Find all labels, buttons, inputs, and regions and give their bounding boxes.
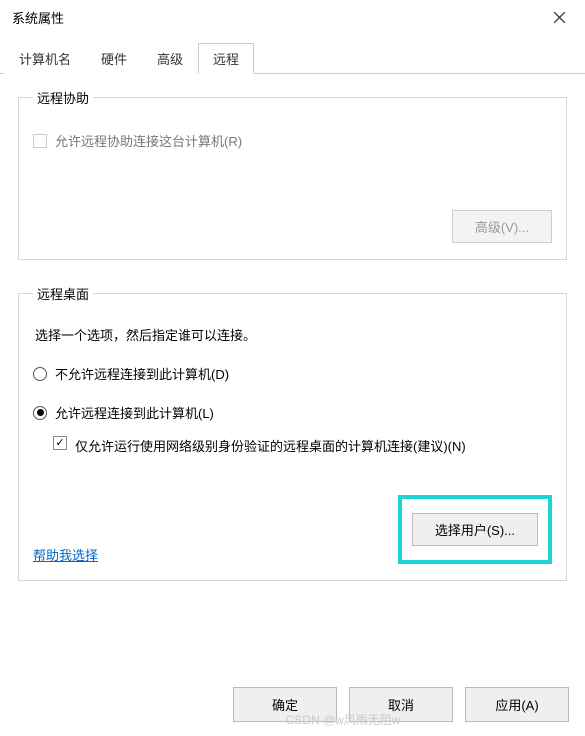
radio-allow-label: 允许远程连接到此计算机(L) xyxy=(55,403,214,422)
radio-disallow[interactable] xyxy=(33,367,47,381)
title-bar: 系统属性 xyxy=(0,0,585,32)
nla-checkbox[interactable] xyxy=(53,436,67,450)
nla-checkbox-row[interactable]: 仅允许运行使用网络级别身份验证的远程桌面的计算机连接(建议)(N) xyxy=(53,436,552,455)
remote-desktop-group: 远程桌面 选择一个选项，然后指定谁可以连接。 不允许远程连接到此计算机(D) 允… xyxy=(18,284,567,581)
close-button[interactable] xyxy=(545,6,573,28)
tab-content: 远程协助 允许远程协助连接这台计算机(R) 高级(V)... 远程桌面 选择一个… xyxy=(0,74,585,615)
nla-checkbox-label: 仅允许运行使用网络级别身份验证的远程桌面的计算机连接(建议)(N) xyxy=(75,436,466,455)
highlight-annotation: 选择用户(S)... xyxy=(398,495,552,564)
tab-advanced[interactable]: 高级 xyxy=(142,43,198,74)
tab-hardware[interactable]: 硬件 xyxy=(86,43,142,74)
close-icon xyxy=(554,12,565,23)
radio-allow-row[interactable]: 允许远程连接到此计算机(L) xyxy=(33,403,552,422)
window-title: 系统属性 xyxy=(12,8,64,27)
radio-allow[interactable] xyxy=(33,406,47,420)
remote-desktop-legend: 远程桌面 xyxy=(33,284,93,303)
select-users-button[interactable]: 选择用户(S)... xyxy=(412,513,538,546)
help-link[interactable]: 帮助我选择 xyxy=(33,545,98,564)
tabs-row: 计算机名 硬件 高级 远程 xyxy=(0,42,585,74)
ok-button[interactable]: 确定 xyxy=(233,687,337,722)
dialog-button-row: 确定 取消 应用(A) xyxy=(233,687,569,722)
remote-assistance-group: 远程协助 允许远程协助连接这台计算机(R) 高级(V)... xyxy=(18,88,567,260)
remote-assistance-legend: 远程协助 xyxy=(33,88,93,107)
allow-remote-assistance-row[interactable]: 允许远程协助连接这台计算机(R) xyxy=(33,131,552,150)
radio-disallow-row[interactable]: 不允许远程连接到此计算机(D) xyxy=(33,364,552,383)
tab-remote[interactable]: 远程 xyxy=(198,43,254,74)
cancel-button[interactable]: 取消 xyxy=(349,687,453,722)
remote-desktop-instruction: 选择一个选项，然后指定谁可以连接。 xyxy=(35,325,552,344)
allow-remote-assistance-label: 允许远程协助连接这台计算机(R) xyxy=(55,131,242,150)
apply-button[interactable]: 应用(A) xyxy=(465,687,569,722)
allow-remote-assistance-checkbox[interactable] xyxy=(33,134,47,148)
radio-disallow-label: 不允许远程连接到此计算机(D) xyxy=(55,364,229,383)
remote-assistance-advanced-button: 高级(V)... xyxy=(452,210,552,243)
tab-computer-name[interactable]: 计算机名 xyxy=(4,43,86,74)
